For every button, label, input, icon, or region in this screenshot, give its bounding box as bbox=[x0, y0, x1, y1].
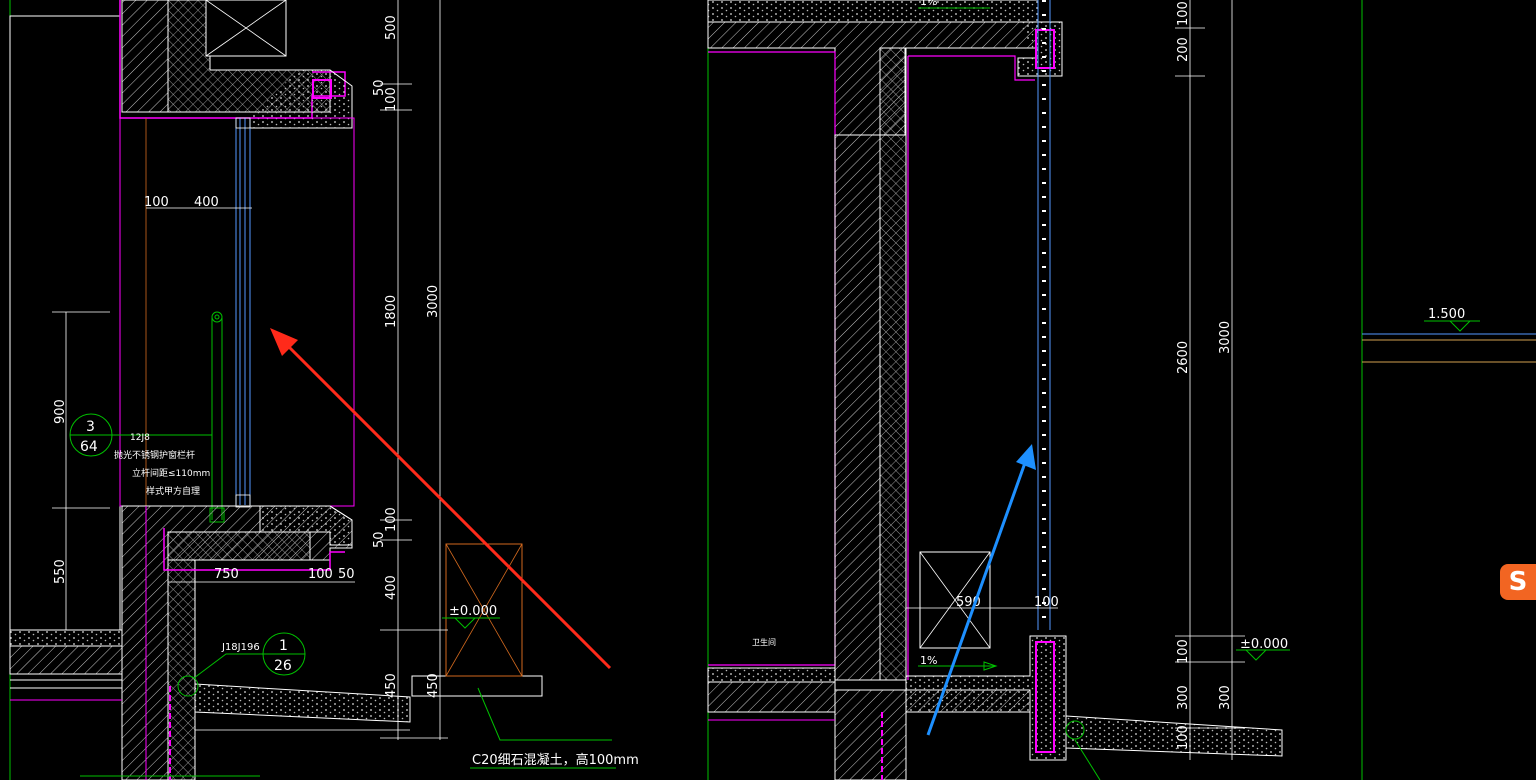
left-level-text: ±0.000 bbox=[449, 604, 497, 619]
r-dim-200: 200 bbox=[1176, 37, 1191, 62]
level-1500-text: 1.500 bbox=[1428, 307, 1465, 322]
dim-900: 900 bbox=[53, 399, 68, 424]
cad-drawing-canvas[interactable]: ±0.000 500 50 100 1800 3000 900 550 100 … bbox=[0, 0, 1536, 780]
room-label: 卫生间 bbox=[752, 637, 776, 647]
note-line-2: 立杆间距≤110mm bbox=[132, 467, 210, 479]
dim-3000: 3000 bbox=[426, 285, 441, 318]
r-dim-100-top: 100 bbox=[1176, 1, 1191, 26]
slope-top-text: 1% bbox=[920, 0, 937, 8]
right-curtain-wall bbox=[1037, 0, 1051, 630]
window-glass bbox=[235, 117, 251, 508]
callout-1-26-bottom: 26 bbox=[274, 658, 292, 674]
left-level-marker: ±0.000 bbox=[442, 604, 500, 629]
note-line-1: 抛光不锈钢护窗栏杆 bbox=[114, 449, 195, 461]
callout-3-64-ref: 12J8 bbox=[130, 433, 150, 443]
callout-1-26-ref: J18J196 bbox=[221, 642, 260, 653]
right-ground-slope bbox=[1065, 715, 1283, 757]
window-opening bbox=[119, 117, 355, 507]
r-dim-300-a: 300 bbox=[1176, 685, 1191, 710]
dim-450-b: 450 bbox=[426, 673, 441, 698]
dim-100-mid: 100 bbox=[384, 507, 399, 532]
r-dim-100-mid: 100 bbox=[1176, 639, 1191, 664]
callout-1-26[interactable]: 1 26 J18J196 bbox=[193, 632, 306, 679]
dim-h-50: 50 bbox=[338, 567, 355, 582]
r-dim-300-b: 300 bbox=[1218, 685, 1233, 710]
r-dim-h-100: 100 bbox=[1034, 595, 1059, 610]
dim-h-100-b: 100 bbox=[308, 567, 333, 582]
right-level-text: ±0.000 bbox=[1240, 637, 1288, 652]
callout-3-64-top: 3 bbox=[86, 419, 95, 435]
dim-450-a: 450 bbox=[384, 673, 399, 698]
app-logo-icon[interactable]: S bbox=[1500, 564, 1536, 600]
upper-wall-hatch bbox=[121, 0, 169, 113]
dim-400: 400 bbox=[384, 575, 399, 600]
r-dim-100-bottom: 100 bbox=[1176, 725, 1191, 750]
callout-3-64-bottom: 64 bbox=[80, 439, 98, 455]
dim-50-mid: 50 bbox=[372, 531, 387, 548]
dim-100-top: 100 bbox=[384, 87, 399, 112]
callout-1-26-top: 1 bbox=[279, 638, 288, 654]
ground-slope bbox=[194, 683, 411, 723]
right-level-marker: ±0.000 bbox=[1236, 637, 1290, 661]
left-section-detail: ±0.000 500 50 100 1800 3000 900 550 100 … bbox=[9, 0, 639, 780]
slope-bottom-text: 1% bbox=[920, 654, 937, 667]
note-line-3: 样式甲方自理 bbox=[146, 485, 200, 497]
railing-post bbox=[209, 311, 225, 523]
callout-3-64[interactable]: 3 64 12J8 bbox=[69, 413, 212, 457]
r-dim-3000: 3000 bbox=[1218, 321, 1233, 354]
dim-1800: 1800 bbox=[384, 295, 399, 328]
r-dim-2600: 2600 bbox=[1176, 341, 1191, 374]
dim-h-750: 750 bbox=[214, 567, 239, 582]
dim-500: 500 bbox=[384, 15, 399, 40]
right-section-detail: 1% 1% 卫生间 100 200 2600 3000 100 300 300 … bbox=[707, 0, 1536, 780]
dim-550: 550 bbox=[53, 559, 68, 584]
right-wall-hatch bbox=[834, 134, 881, 681]
level-1500-marker: 1.500 bbox=[1424, 307, 1480, 332]
dim-h-400: 400 bbox=[194, 195, 219, 210]
concrete-note: C20细石混凝土，高100mm bbox=[472, 752, 639, 768]
dim-h-100: 100 bbox=[144, 195, 169, 210]
